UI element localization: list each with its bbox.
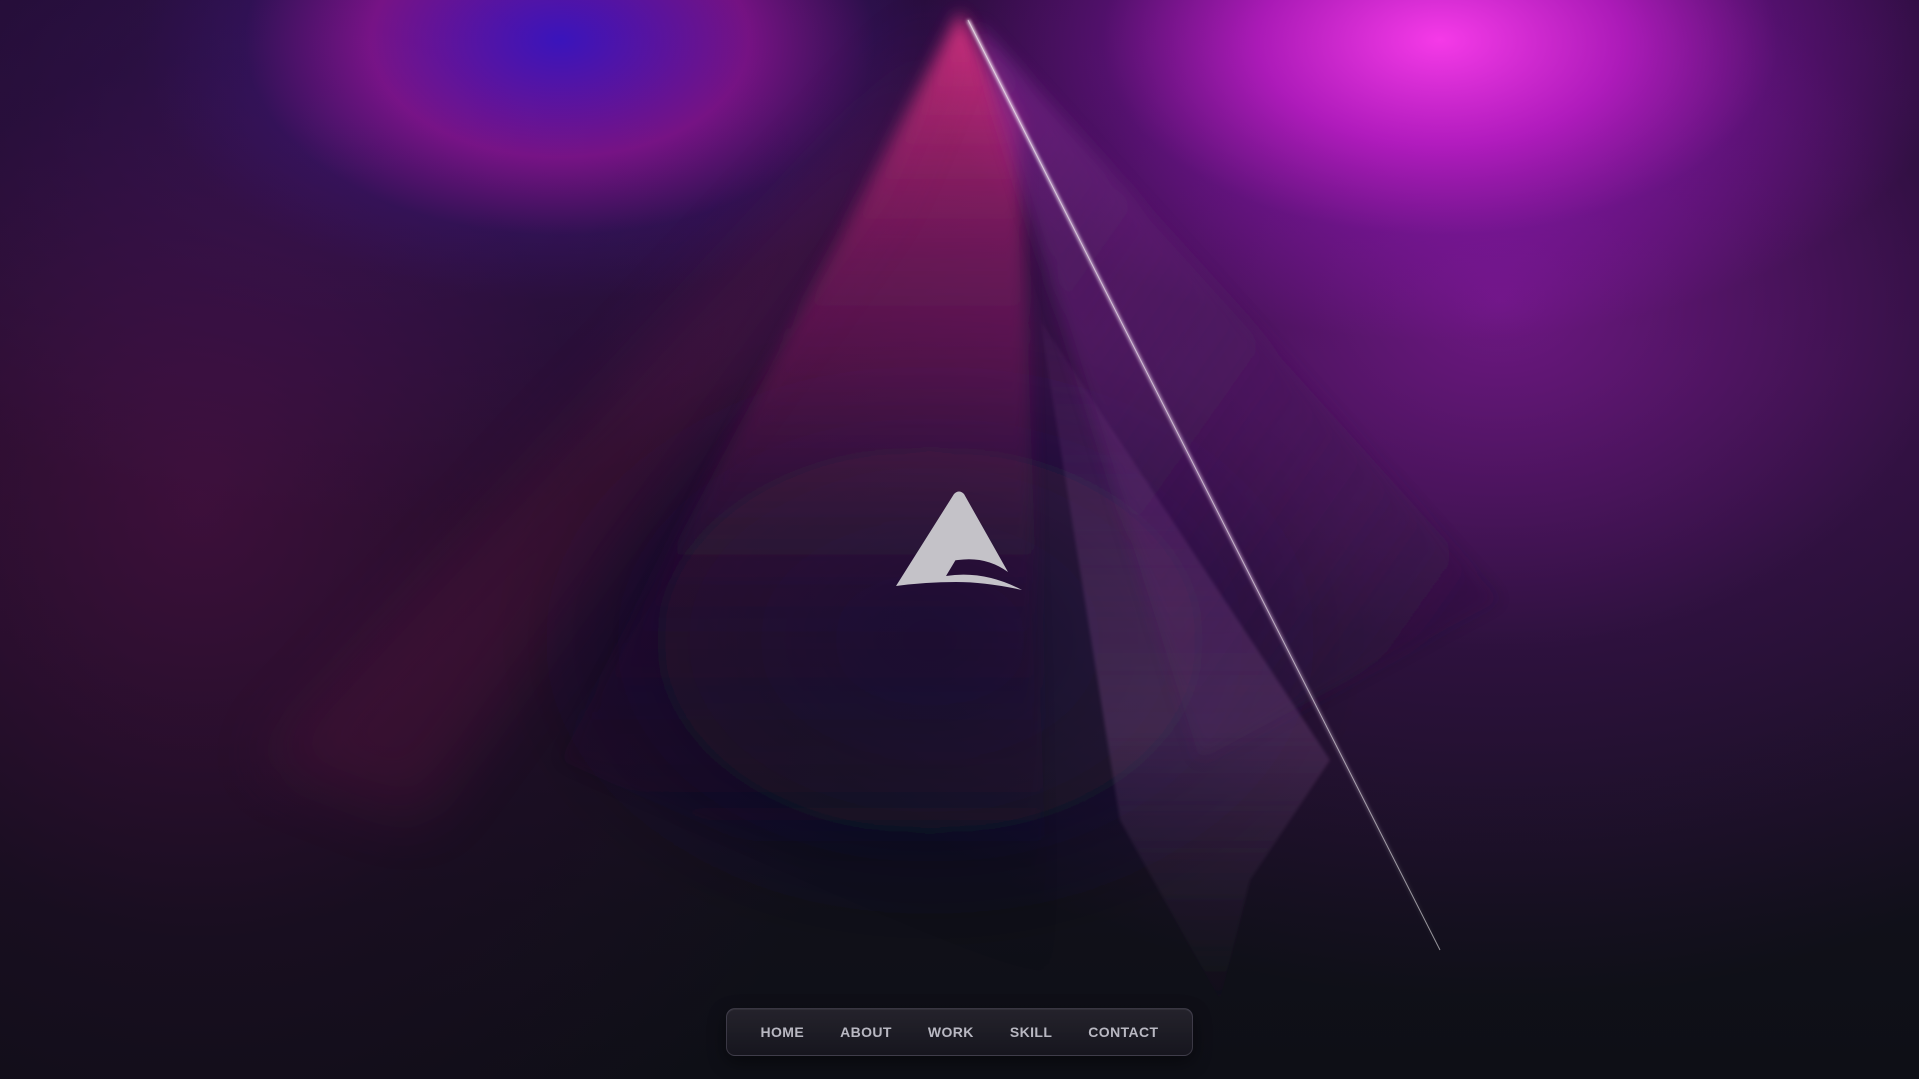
brand-logo-icon[interactable] xyxy=(896,490,1022,590)
bottom-navigation-bar: HOME ABOUT WORK SKILL CONTACT xyxy=(726,1008,1193,1056)
nav-item-about[interactable]: ABOUT xyxy=(822,1024,910,1040)
nav-item-work[interactable]: WORK xyxy=(910,1024,992,1040)
nav-item-contact[interactable]: CONTACT xyxy=(1070,1024,1176,1040)
nav-item-home[interactable]: HOME xyxy=(743,1024,823,1040)
nav-item-skill[interactable]: SKILL xyxy=(992,1024,1070,1040)
hero-background: HOME ABOUT WORK SKILL CONTACT xyxy=(0,0,1919,1079)
